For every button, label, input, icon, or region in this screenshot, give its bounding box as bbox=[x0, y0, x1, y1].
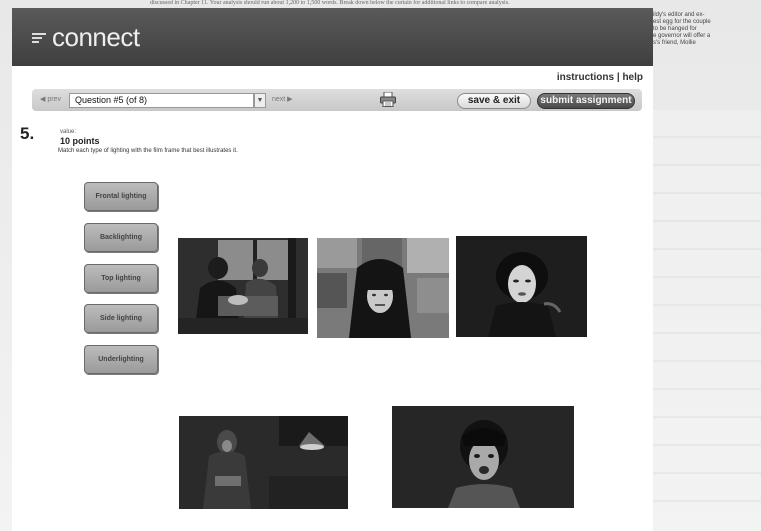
film-frame-5[interactable] bbox=[392, 406, 574, 508]
question-select[interactable]: Question #5 (of 8) bbox=[69, 93, 254, 108]
app-header: connect bbox=[12, 8, 653, 66]
dropdown-arrow-icon[interactable]: ▼ bbox=[254, 93, 266, 108]
question-instruction: Match each type of lighting with the fil… bbox=[58, 148, 238, 154]
background-text-right: ildy's editor and ex- est egg for the co… bbox=[653, 12, 711, 46]
save-exit-button[interactable]: save & exit bbox=[457, 93, 531, 109]
app-name: connect bbox=[52, 22, 140, 52]
printer-icon[interactable] bbox=[380, 91, 396, 107]
top-lighting-option[interactable]: Top lighting bbox=[84, 264, 158, 293]
film-frame-1[interactable] bbox=[178, 238, 308, 334]
points-value: 10 points bbox=[60, 136, 100, 146]
top-links: instructions | help bbox=[557, 72, 643, 83]
question-toolbar: ◀ prev Question #5 (of 8) ▼ next ▶ save … bbox=[32, 89, 642, 111]
background-text-top: discussed in Chapter 11. Your analysis s… bbox=[150, 0, 510, 6]
next-button[interactable]: next ▶ bbox=[272, 95, 293, 103]
prev-button[interactable]: ◀ prev bbox=[40, 95, 61, 103]
background-lines bbox=[653, 110, 761, 510]
assignment-panel: instructions | help ◀ prev Question #5 (… bbox=[12, 66, 653, 531]
backlighting-option[interactable]: Backlighting bbox=[84, 223, 158, 252]
frontal-lighting-option[interactable]: Frontal lighting bbox=[84, 182, 158, 211]
side-lighting-option[interactable]: Side lighting bbox=[84, 304, 158, 333]
help-link[interactable]: help bbox=[622, 72, 643, 83]
film-frame-4[interactable] bbox=[179, 416, 348, 509]
film-frame-3[interactable] bbox=[456, 236, 587, 337]
app-logo: connect bbox=[32, 22, 140, 53]
submit-assignment-button[interactable]: submit assignment bbox=[537, 93, 635, 109]
question-number: 5. bbox=[20, 124, 35, 143]
underlighting-option[interactable]: Underlighting bbox=[84, 345, 158, 374]
link-separator: | bbox=[616, 72, 620, 83]
value-label: value: bbox=[60, 129, 77, 135]
film-frame-2[interactable] bbox=[317, 238, 449, 338]
instructions-link[interactable]: instructions bbox=[557, 72, 614, 83]
connect-logo-icon bbox=[32, 33, 46, 45]
